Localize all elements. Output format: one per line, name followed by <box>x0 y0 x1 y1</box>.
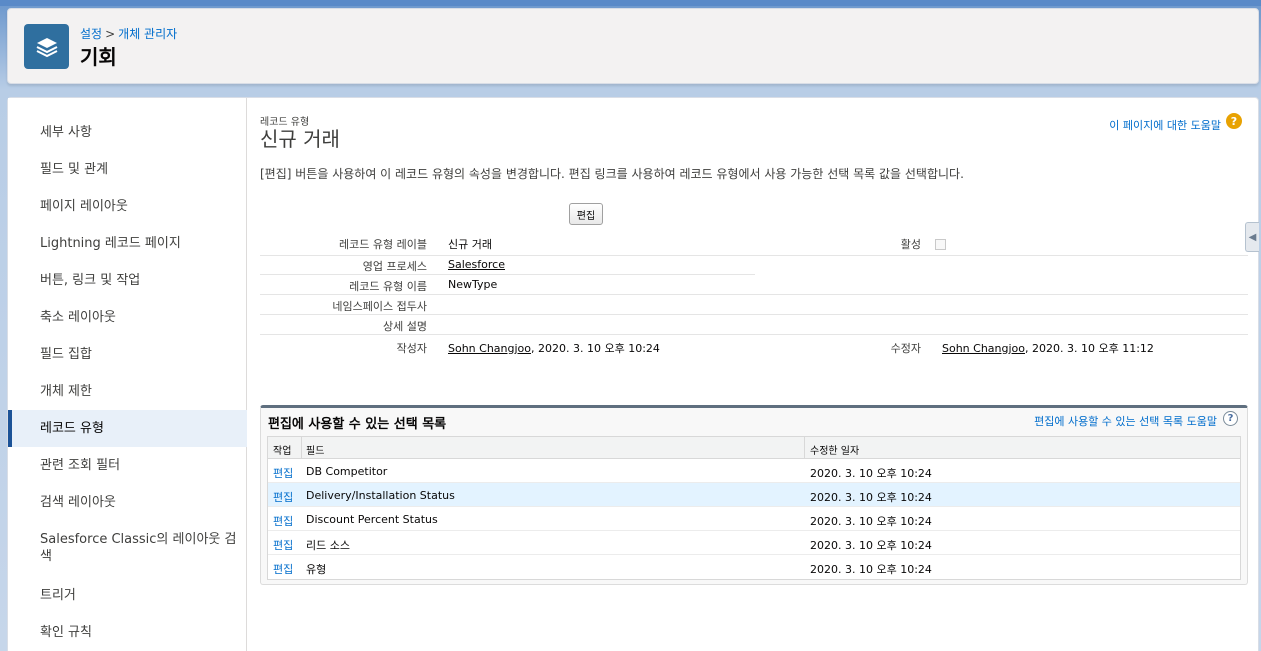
page-description: [편집] 버튼을 사용하여 이 레코드 유형의 속성을 변경합니다. 편집 링크… <box>260 167 964 181</box>
collapse-tab-icon[interactable]: ◀ <box>1245 222 1259 252</box>
sidebar-item-record-types[interactable]: 레코드 유형 <box>8 410 247 447</box>
picklists-table: 작업 필드 수정한 일자 편집 DB Competitor 2020. 3. 1… <box>267 436 1241 580</box>
page-header: 설정 > 개체 관리자 기회 <box>7 8 1259 84</box>
sidebar-item-field-sets[interactable]: 필드 집합 <box>8 336 247 373</box>
row-edit-link[interactable]: 편집 <box>273 537 293 553</box>
sidebar-item-details[interactable]: 세부 사항 <box>8 114 247 151</box>
active-field-label: 활성 <box>900 238 921 251</box>
sidebar-item-page-layouts[interactable]: 페이지 레이아웃 <box>8 188 247 225</box>
row-field: Discount Percent Status <box>306 513 438 526</box>
divider <box>260 294 1248 295</box>
created-by-label: 작성자 <box>396 342 427 355</box>
record-type-api-name-value: NewType <box>448 278 498 291</box>
help-icon[interactable]: ? <box>1226 113 1242 129</box>
column-header-modified: 수정한 일자 <box>810 446 860 457</box>
table-row: 편집 Discount Percent Status 2020. 3. 10 오… <box>268 507 1240 531</box>
sales-process-label: 영업 프로세스 <box>362 260 427 273</box>
row-modified: 2020. 3. 10 오후 10:24 <box>810 539 932 552</box>
divider <box>260 274 755 275</box>
sidebar-item-classic-search-layouts[interactable]: Salesforce Classic의 레이아웃 검색 <box>8 525 247 571</box>
row-field: 리드 소스 <box>306 539 350 552</box>
table-row: 편집 유형 2020. 3. 10 오후 10:24 <box>268 555 1240 579</box>
record-type-label-field-value: 신규 거래 <box>448 238 492 251</box>
active-checkbox <box>935 239 946 250</box>
breadcrumb: 설정 > 개체 관리자 <box>80 25 177 42</box>
description-label: 상세 설명 <box>383 320 427 333</box>
main-card: 세부 사항 필드 및 관계 페이지 레이아웃 Lightning 레코드 페이지… <box>7 97 1259 651</box>
table-header: 작업 필드 수정한 일자 <box>268 437 1240 459</box>
modified-by-user-link[interactable]: Sohn Changjoo <box>942 342 1025 355</box>
row-edit-link[interactable]: 편집 <box>273 465 293 481</box>
sidebar-item-lookup-filters[interactable]: 관련 조회 필터 <box>8 447 247 484</box>
row-modified: 2020. 3. 10 오후 10:24 <box>810 467 932 480</box>
table-row: 편집 리드 소스 2020. 3. 10 오후 10:24 <box>268 531 1240 555</box>
created-by-user-link[interactable]: Sohn Changjoo <box>448 342 531 355</box>
breadcrumb-separator: > <box>105 27 116 41</box>
column-header-action: 작업 <box>273 446 292 457</box>
edit-button[interactable]: 편집 <box>569 203 603 225</box>
table-row: 편집 DB Competitor 2020. 3. 10 오후 10:24 <box>268 459 1240 483</box>
sales-process-link[interactable]: Salesforce <box>448 258 505 271</box>
divider <box>260 314 1248 315</box>
row-modified: 2020. 3. 10 오후 10:24 <box>810 491 932 504</box>
sidebar-item-triggers[interactable]: 트리거 <box>8 577 247 614</box>
picklists-section: 편집에 사용할 수 있는 선택 목록 편집에 사용할 수 있는 선택 목록 도움… <box>260 405 1248 585</box>
modified-by-date: , 2020. 3. 10 오후 11:12 <box>1025 342 1154 355</box>
column-header-field: 필드 <box>306 446 325 457</box>
row-field: Delivery/Installation Status <box>306 489 455 502</box>
record-type-name: 신규 거래 <box>260 127 340 151</box>
divider <box>260 255 1248 256</box>
breadcrumb-object-manager-link[interactable]: 개체 관리자 <box>118 27 177 41</box>
sidebar-item-fields[interactable]: 필드 및 관계 <box>8 151 247 188</box>
column-divider <box>301 437 302 459</box>
namespace-prefix-label: 네임스페이스 접두사 <box>332 300 427 313</box>
sidebar-item-buttons-links[interactable]: 버튼, 링크 및 작업 <box>8 262 247 299</box>
picklists-title: 편집에 사용할 수 있는 선택 목록 <box>268 417 447 432</box>
record-type-label-field-label: 레코드 유형 레이블 <box>339 238 427 251</box>
divider <box>260 334 1248 335</box>
content-area: 레코드 유형 신규 거래 이 페이지에 대한 도움말 ? [편집] 버튼을 사용… <box>248 98 1259 651</box>
row-field: DB Competitor <box>306 465 388 478</box>
sidebar-item-search-layouts[interactable]: 검색 레이아웃 <box>8 484 247 521</box>
sidebar-item-object-limits[interactable]: 개체 제한 <box>8 373 247 410</box>
row-edit-link[interactable]: 편집 <box>273 513 293 529</box>
sidebar-item-validation-rules[interactable]: 확인 규칙 <box>8 614 247 651</box>
row-modified: 2020. 3. 10 오후 10:24 <box>810 563 932 576</box>
page-title: 기회 <box>80 45 117 69</box>
record-type-api-name-label: 레코드 유형 이름 <box>349 280 427 293</box>
sidebar-item-compact-layouts[interactable]: 축소 레이아웃 <box>8 299 247 336</box>
modified-by-label: 수정자 <box>890 342 921 355</box>
help-icon[interactable]: ? <box>1223 411 1238 426</box>
modified-by-value: Sohn Changjoo, 2020. 3. 10 오후 11:12 <box>942 340 1154 356</box>
page-help-link[interactable]: 이 페이지에 대한 도움말 <box>1109 117 1221 133</box>
row-field: 유형 <box>306 563 327 576</box>
column-divider <box>804 437 805 459</box>
breadcrumb-setup-link[interactable]: 설정 <box>80 27 102 41</box>
table-row: 편집 Delivery/Installation Status 2020. 3.… <box>268 483 1240 507</box>
row-edit-link[interactable]: 편집 <box>273 561 293 577</box>
row-modified: 2020. 3. 10 오후 10:24 <box>810 515 932 528</box>
created-by-value: Sohn Changjoo, 2020. 3. 10 오후 10:24 <box>448 340 660 356</box>
row-edit-link[interactable]: 편집 <box>273 489 293 505</box>
layers-icon <box>24 24 69 69</box>
sidebar: 세부 사항 필드 및 관계 페이지 레이아웃 Lightning 레코드 페이지… <box>8 98 247 651</box>
sidebar-item-lightning-pages[interactable]: Lightning 레코드 페이지 <box>8 225 247 262</box>
picklists-help-link[interactable]: 편집에 사용할 수 있는 선택 목록 도움말 <box>1034 413 1217 429</box>
created-by-date: , 2020. 3. 10 오후 10:24 <box>531 342 660 355</box>
top-strip <box>0 0 1261 6</box>
